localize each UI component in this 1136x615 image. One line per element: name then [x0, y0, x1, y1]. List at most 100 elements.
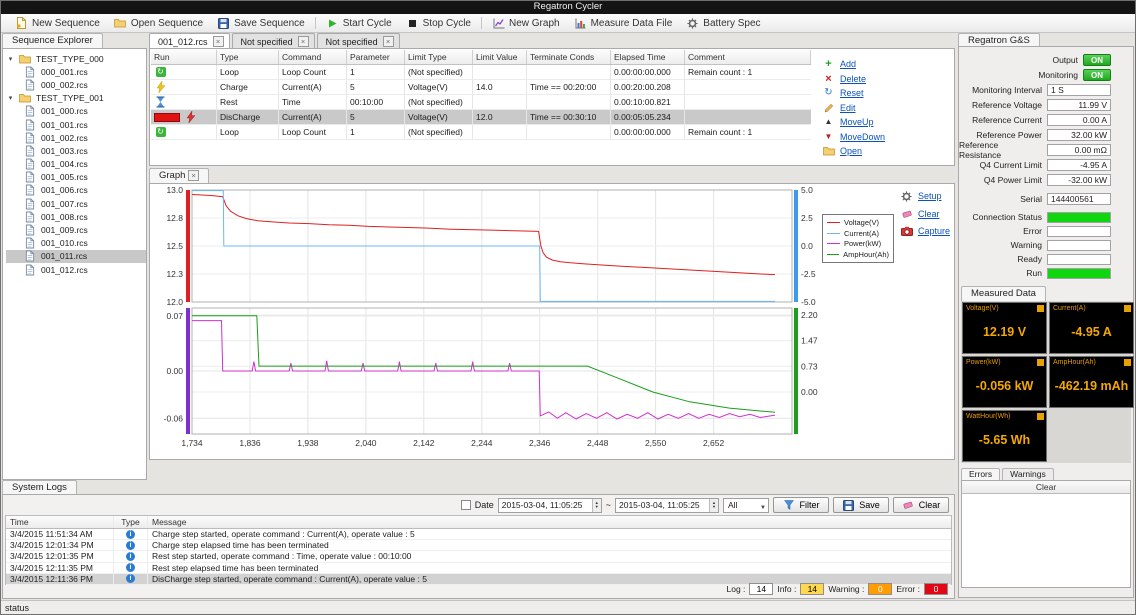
- sequence-tab-001-012-rcs[interactable]: 001_012.rcs×: [149, 33, 230, 49]
- spinner-icon[interactable]: ▲▼: [709, 499, 718, 512]
- toolbar-button-battery-spec[interactable]: Battery Spec: [679, 15, 767, 32]
- open-button[interactable]: Open: [822, 145, 885, 158]
- tree-file-label: 001_000.rcs: [39, 106, 90, 116]
- tree-folder-test-type-001[interactable]: ▾TEST_TYPE_001: [6, 92, 146, 105]
- tab-errors[interactable]: Errors: [961, 468, 1000, 480]
- tree-folder-test-type-000[interactable]: ▾TEST_TYPE_000: [6, 52, 146, 65]
- sequence-row[interactable]: ↻LoopLoop Count1(Not specified)0.00:00:0…: [151, 65, 811, 80]
- toolbar-button-new-graph[interactable]: New Graph: [485, 15, 567, 32]
- tree-file-001-011-rcs[interactable]: 001_011.rcs: [6, 250, 146, 263]
- q4-current-limit-value[interactable]: -4.95 A: [1047, 159, 1111, 171]
- close-icon[interactable]: ×: [383, 36, 394, 47]
- errors-clear-button[interactable]: Clear: [962, 481, 1130, 494]
- setup-button[interactable]: Setup: [900, 190, 950, 203]
- close-icon[interactable]: ×: [213, 36, 224, 47]
- toolbar-button-start-cycle[interactable]: Start Cycle: [319, 15, 399, 32]
- log-row[interactable]: 3/4/2015 11:51:34 AMiCharge step started…: [6, 529, 951, 540]
- delete-button[interactable]: ×Delete: [822, 73, 885, 86]
- svg-text:-0.06: -0.06: [164, 413, 184, 423]
- cell-terminate-conds: [527, 95, 611, 109]
- reference-voltage-value[interactable]: 11.99 V: [1047, 99, 1111, 111]
- tree-file-label: 001_007.rcs: [39, 199, 90, 209]
- sequence-tab-not-specified[interactable]: Not specified×: [232, 33, 315, 49]
- tree-file-001-007-rcs[interactable]: 001_007.rcs: [6, 197, 146, 210]
- movedown-button[interactable]: ▼MoveDown: [822, 131, 885, 144]
- edit-button[interactable]: Edit: [822, 102, 885, 115]
- close-icon[interactable]: ×: [188, 170, 199, 181]
- tab-sequence-explorer[interactable]: Sequence Explorer: [2, 33, 103, 48]
- toolbar-button-measure-data-file[interactable]: Measure Data File: [567, 15, 680, 32]
- log-row[interactable]: 3/4/2015 12:11:35 PMiRest step elapsed t…: [6, 563, 951, 574]
- info-icon: i: [124, 551, 137, 561]
- tree-file-001-000-rcs[interactable]: 001_000.rcs: [6, 105, 146, 118]
- monitoring-on-button[interactable]: ON: [1083, 69, 1111, 81]
- button-label: Clear: [919, 500, 941, 510]
- expander-icon[interactable]: ▾: [6, 94, 15, 102]
- date-from-input[interactable]: 2015-03-04, 11:05:25▲▼: [498, 498, 602, 513]
- toolbar-button-open-sequence[interactable]: Open Sequence: [107, 15, 210, 32]
- measure-label: Voltage(V): [966, 305, 999, 312]
- tree-file-001-012-rcs[interactable]: 001_012.rcs: [6, 263, 146, 276]
- sequence-row[interactable]: DisChargeCurrent(A)5Voltage(V)12.0Time =…: [151, 110, 811, 125]
- reference-resistance-value[interactable]: 0.00 mΩ: [1047, 144, 1111, 156]
- tree-file-001-004-rcs[interactable]: 001_004.rcs: [6, 158, 146, 171]
- toolbar-button-stop-cycle[interactable]: Stop Cycle: [399, 15, 478, 32]
- measured-data-grid: Voltage(V)12.19 VCurrent(A)-4.95 APower(…: [961, 301, 1131, 463]
- sequence-row[interactable]: ↻LoopLoop Count1(Not specified)0.00:00:0…: [151, 125, 811, 140]
- tree-file-000-002-rcs[interactable]: 000_002.rcs: [6, 78, 146, 91]
- output-on-button[interactable]: ON: [1083, 54, 1111, 66]
- field-label: Q4 Power Limit: [984, 175, 1042, 185]
- cell-time: 3/4/2015 11:51:34 AM: [6, 529, 114, 539]
- add-button[interactable]: +Add: [822, 58, 885, 71]
- clear-button[interactable]: Clear: [893, 497, 949, 513]
- close-icon[interactable]: ×: [298, 36, 309, 47]
- tab-system-logs[interactable]: System Logs: [2, 480, 77, 495]
- log-row[interactable]: 3/4/2015 12:01:34 PMiCharge step elapsed…: [6, 540, 951, 551]
- spinner-icon[interactable]: ▲▼: [592, 499, 601, 512]
- monitoring-interval-value[interactable]: 1 S: [1047, 84, 1111, 96]
- moveup-button[interactable]: ▲MoveUp: [822, 116, 885, 129]
- tree-file-001-009-rcs[interactable]: 001_009.rcs: [6, 223, 146, 236]
- clear-button[interactable]: Clear: [900, 208, 950, 221]
- reference-current-value[interactable]: 0.00 A: [1047, 114, 1111, 126]
- status-label: Run: [1026, 268, 1042, 278]
- serial-value[interactable]: 144400561: [1047, 193, 1111, 205]
- cell-elapsed-time: 0.00:20:00.208: [611, 80, 685, 94]
- tree-file-001-003-rcs[interactable]: 001_003.rcs: [6, 144, 146, 157]
- date-checkbox[interactable]: [461, 500, 471, 510]
- reference-power-value[interactable]: 32.00 kW: [1047, 129, 1111, 141]
- measure-data-file-icon: [574, 17, 587, 30]
- q4-power-limit-value[interactable]: -32.00 kW: [1047, 174, 1111, 186]
- toolbar-button-new-sequence[interactable]: New Sequence: [8, 15, 107, 32]
- cell-type: i: [114, 540, 148, 550]
- measure-value: 12.19 V: [963, 325, 1046, 339]
- date-to-input[interactable]: 2015-03-04, 11:05:25▲▼: [615, 498, 719, 513]
- tree-file-001-010-rcs[interactable]: 001_010.rcs: [6, 237, 146, 250]
- capture-button[interactable]: Capture: [900, 225, 950, 238]
- tree-file-001-008-rcs[interactable]: 001_008.rcs: [6, 210, 146, 223]
- expander-icon[interactable]: ▾: [6, 55, 15, 63]
- sequence-row[interactable]: ChargeCurrent(A)5Voltage(V)14.0Time == 0…: [151, 80, 811, 95]
- tree-file-001-001-rcs[interactable]: 001_001.rcs: [6, 118, 146, 131]
- tree-file-000-001-rcs[interactable]: 000_001.rcs: [6, 65, 146, 78]
- toolbar-button-save-sequence[interactable]: Save Sequence: [210, 15, 312, 32]
- svg-text:2,142: 2,142: [413, 438, 435, 448]
- log-row[interactable]: 3/4/2015 12:01:35 PMiRest step started, …: [6, 551, 951, 562]
- file-icon: [23, 118, 36, 131]
- indicator-icon: [1124, 305, 1131, 312]
- svg-text:12.0: 12.0: [166, 297, 183, 307]
- tab-warnings[interactable]: Warnings: [1002, 468, 1054, 480]
- sequence-tab-not-specified[interactable]: Not specified×: [317, 33, 400, 49]
- graph-body: 13.012.812.512.312.05.02.50.0-2.5-5.00.0…: [149, 183, 955, 460]
- log-type-select[interactable]: All▼: [723, 498, 769, 513]
- save-button[interactable]: Save: [833, 497, 889, 513]
- tree-file-001-002-rcs[interactable]: 001_002.rcs: [6, 131, 146, 144]
- sequence-row[interactable]: RestTime00:10:00(Not specified)0.00:10:0…: [151, 95, 811, 110]
- reset-button[interactable]: ↻Reset: [822, 87, 885, 100]
- filter-button[interactable]: Filter: [773, 497, 829, 513]
- svg-text:2,550: 2,550: [645, 438, 667, 448]
- tree-file-001-006-rcs[interactable]: 001_006.rcs: [6, 184, 146, 197]
- tab-graph[interactable]: Graph ×: [149, 168, 209, 183]
- field-label: Reference Current: [972, 115, 1042, 125]
- tree-file-001-005-rcs[interactable]: 001_005.rcs: [6, 171, 146, 184]
